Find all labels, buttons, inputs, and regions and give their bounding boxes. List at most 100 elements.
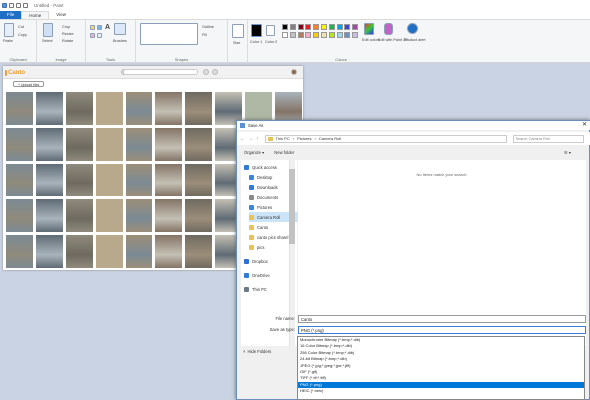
nav-item-label: Desktop xyxy=(257,174,273,180)
color-swatch[interactable] xyxy=(321,24,327,30)
file-name-input[interactable]: Canto xyxy=(298,315,586,323)
tab-file[interactable]: File xyxy=(0,11,22,19)
canto-thumbnail xyxy=(185,163,213,197)
breadcrumb-this-pc[interactable]: This PC xyxy=(276,136,290,141)
up-arrow-icon[interactable]: ↑ xyxy=(256,136,259,142)
eraser-icon[interactable] xyxy=(90,33,95,38)
canto-thumbnail xyxy=(65,235,93,268)
select-button[interactable]: Select xyxy=(42,39,53,43)
canto-header: Canto xyxy=(3,66,303,79)
color-picker-icon[interactable] xyxy=(97,33,102,38)
nav-item-label: Documents xyxy=(257,194,279,200)
canto-thumbnail xyxy=(95,163,123,197)
back-arrow-icon[interactable]: ← xyxy=(240,136,245,142)
color-swatch[interactable] xyxy=(328,24,335,30)
folder-icon xyxy=(244,258,249,264)
breadcrumb-camera-roll[interactable]: Camera Roll xyxy=(319,136,341,141)
search-input[interactable]: Search Camera Roll xyxy=(512,134,584,143)
crop-button[interactable]: Crop xyxy=(62,25,70,29)
folder-icon xyxy=(244,286,249,292)
paste-icon[interactable] xyxy=(4,23,14,37)
clipboard-group: Paste Cut Copy Clipboard xyxy=(0,20,37,63)
color-swatch[interactable] xyxy=(297,32,304,38)
nav-item-label: Dropbox xyxy=(252,258,268,264)
canto-thumbnail xyxy=(155,127,183,161)
color1-swatch[interactable] xyxy=(251,24,262,37)
color-swatch[interactable] xyxy=(344,24,351,30)
canto-thumbnail xyxy=(6,127,33,161)
save-type-select[interactable]: PNG (*.png) xyxy=(298,326,586,334)
close-icon[interactable]: ✕ xyxy=(582,121,587,130)
redo-icon[interactable] xyxy=(23,3,28,8)
color2-label[interactable]: Color 2 xyxy=(265,40,277,44)
size-icon[interactable] xyxy=(232,24,244,38)
breadcrumb-pictures[interactable]: Pictures xyxy=(297,136,311,141)
color-swatch[interactable] xyxy=(313,24,320,30)
organize-button[interactable]: Organize ▾ xyxy=(244,150,264,155)
color-swatch[interactable] xyxy=(289,24,296,30)
canto-avatar xyxy=(291,69,297,75)
fill-button[interactable]: Fill xyxy=(202,33,207,37)
colors-group: Color 1 Color 2 Edit colors Edit with Pa… xyxy=(248,20,434,63)
color-swatch[interactable] xyxy=(336,32,343,38)
outline-button[interactable]: Outline xyxy=(202,25,214,29)
color-swatch[interactable] xyxy=(305,32,312,38)
tab-home[interactable]: Home xyxy=(21,11,50,19)
rotate-button[interactable]: Rotate xyxy=(62,39,73,43)
save-icon[interactable] xyxy=(9,3,14,8)
view-options-icon[interactable]: ☰ ▾ xyxy=(564,150,571,155)
canto-thumbnail xyxy=(35,92,63,125)
size-button[interactable]: Size xyxy=(233,41,240,45)
fill-icon[interactable] xyxy=(97,25,102,30)
color-swatch[interactable] xyxy=(313,32,320,38)
product-alert-icon[interactable] xyxy=(407,23,418,34)
canto-thumbnail xyxy=(125,163,153,197)
clipboard-group-label: Clipboard xyxy=(9,57,27,62)
color-swatch[interactable] xyxy=(352,24,359,30)
forward-arrow-icon[interactable]: → xyxy=(248,136,253,142)
hide-folders-button[interactable]: ˄ Hide Folders xyxy=(243,349,271,354)
color-swatch[interactable] xyxy=(328,32,335,38)
color-swatch[interactable] xyxy=(282,32,288,38)
address-bar[interactable]: This PC › Pictures › Camera Roll xyxy=(264,134,507,143)
shapes-group-label: Shapes xyxy=(174,57,189,62)
color-swatch[interactable] xyxy=(305,24,312,30)
color-swatch[interactable] xyxy=(344,32,351,38)
canto-thumbnail xyxy=(125,199,153,233)
nav-item-label: Pictures xyxy=(257,204,273,210)
undo-icon[interactable] xyxy=(16,3,21,8)
save-type-dropdown-list[interactable]: Monochrome Bitmap (*.bmp;*.dib) 16 Color … xyxy=(297,336,585,400)
cut-button[interactable]: Cut xyxy=(18,25,24,29)
brushes-icon[interactable] xyxy=(114,23,126,35)
color-swatch[interactable] xyxy=(321,32,327,38)
shapes-gallery[interactable] xyxy=(140,23,198,45)
file-type-option[interactable]: HEIC (*.heic) xyxy=(298,388,584,394)
product-alert-button[interactable]: Product alert xyxy=(404,38,426,42)
copy-button[interactable]: Copy xyxy=(18,33,27,37)
edit-colors-icon[interactable] xyxy=(364,23,374,35)
color-swatch[interactable] xyxy=(336,24,343,30)
canto-thumbnail xyxy=(35,127,63,161)
paint3d-icon[interactable] xyxy=(384,23,393,35)
nav-scrollbar-thumb[interactable] xyxy=(289,169,295,244)
resize-button[interactable]: Resize xyxy=(62,32,74,36)
color1-label[interactable]: Color 1 xyxy=(250,40,262,44)
canto-nav-icon xyxy=(203,69,209,75)
color-swatch[interactable] xyxy=(282,24,288,30)
select-icon[interactable] xyxy=(43,23,53,37)
canto-logo: Canto xyxy=(5,68,25,77)
canto-thumbnail xyxy=(95,199,123,233)
new-folder-button[interactable]: New folder xyxy=(274,150,294,155)
color2-swatch[interactable] xyxy=(266,25,275,36)
brushes-button[interactable]: Brushes xyxy=(113,39,127,43)
dialog-toolbar: Organize ▾ New folder ☰ ▾ xyxy=(237,147,590,158)
tab-view[interactable]: View xyxy=(49,11,73,19)
folder-icon xyxy=(244,272,249,278)
pencil-icon[interactable] xyxy=(90,25,95,30)
color-swatch[interactable] xyxy=(352,32,359,38)
text-tool-icon[interactable]: A xyxy=(105,24,110,31)
nav-item-label: OneDrive xyxy=(252,272,270,278)
color-swatch[interactable] xyxy=(289,32,296,38)
paste-label[interactable]: Paste xyxy=(3,39,13,43)
color-swatch[interactable] xyxy=(297,24,304,30)
